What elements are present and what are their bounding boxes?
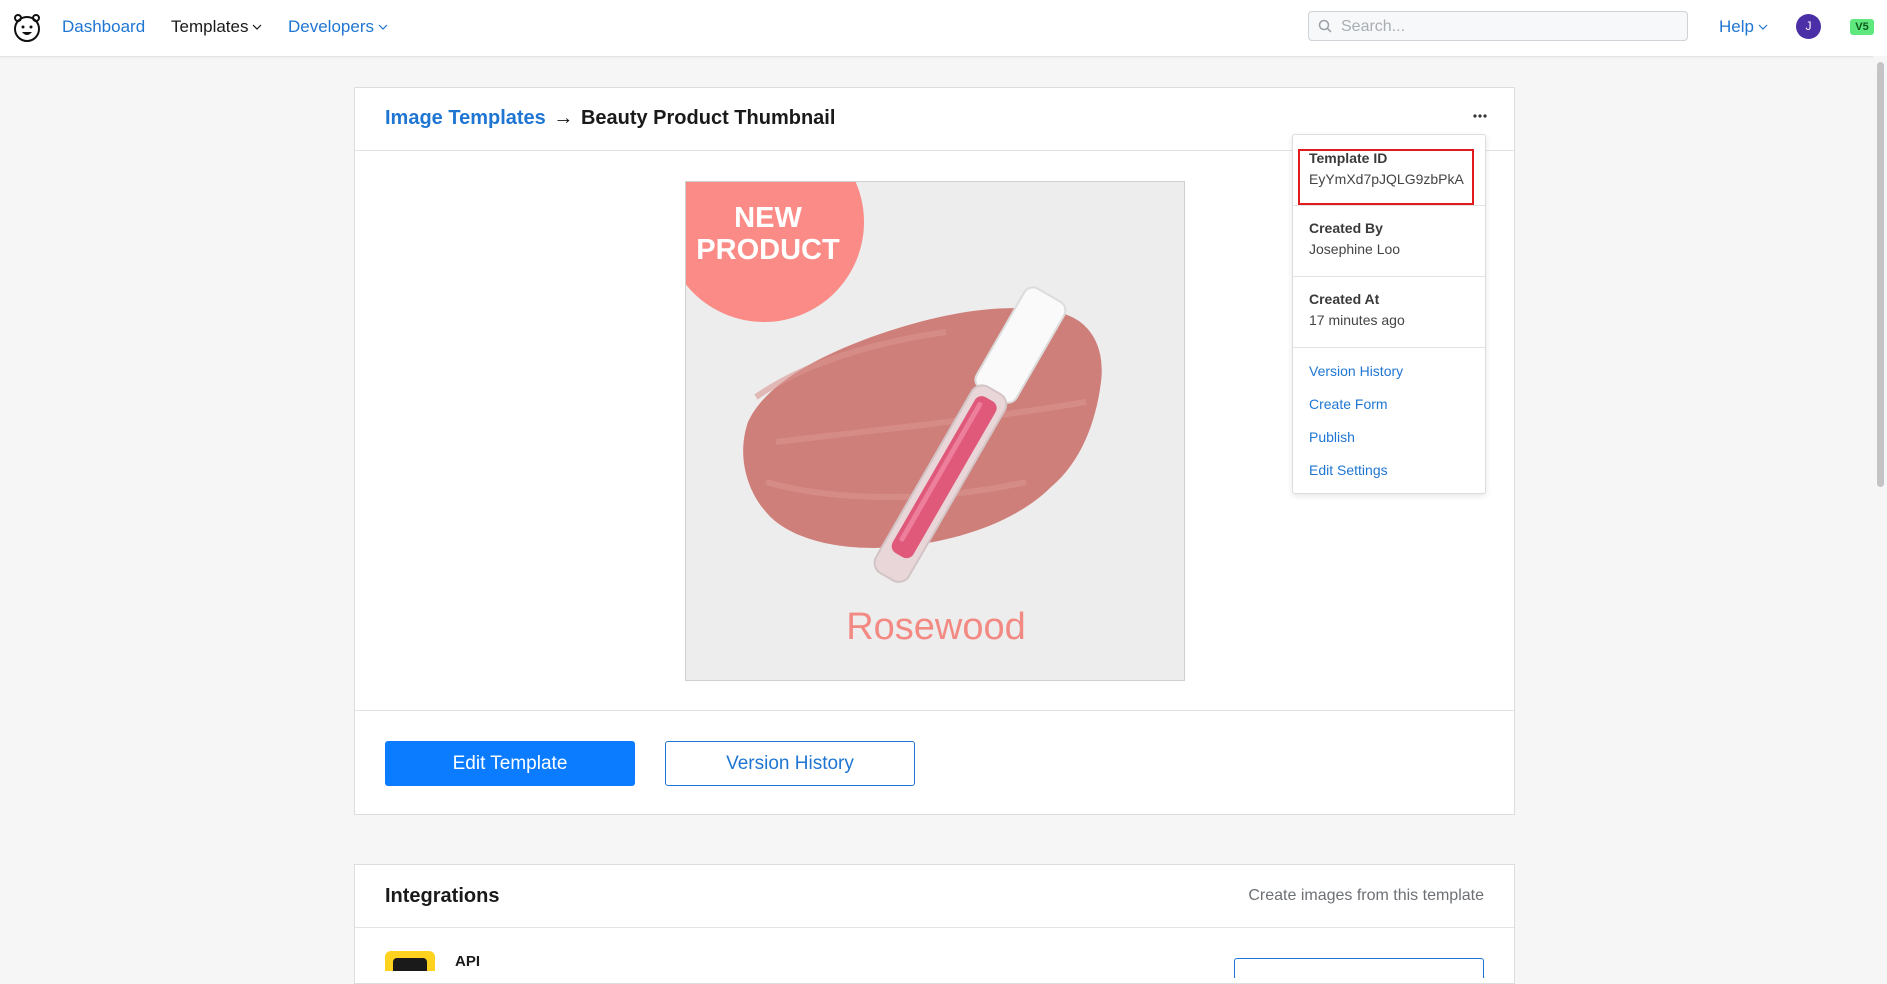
bear-logo-icon[interactable] bbox=[12, 10, 42, 44]
page-title: Beauty Product Thumbnail bbox=[580, 107, 836, 129]
arrow-right-icon: → bbox=[553, 107, 574, 129]
api-action-button[interactable] bbox=[1234, 958, 1484, 978]
chevron-down-icon bbox=[253, 24, 262, 30]
menu-create-form[interactable]: Create Form bbox=[1309, 396, 1388, 412]
top-nav: Dashboard Templates Developers Help J V5 bbox=[0, 0, 1887, 57]
more-options-icon[interactable] bbox=[1473, 114, 1487, 118]
nav-developers-label: Developers bbox=[288, 17, 374, 36]
badge-line2: PRODUCT bbox=[696, 234, 840, 266]
integrations-subtitle: Create images from this template bbox=[1248, 887, 1484, 904]
version-history-button[interactable]: Version History bbox=[665, 741, 915, 786]
product-artwork: NEW PRODUCT Rosewood bbox=[686, 182, 1184, 680]
created-by-value: Josephine Loo bbox=[1309, 241, 1401, 257]
breadcrumb: Image Templates → Beauty Product Thumbna… bbox=[385, 107, 835, 130]
avatar[interactable]: J bbox=[1796, 14, 1821, 39]
search-input[interactable] bbox=[1339, 12, 1683, 42]
api-icon-inner bbox=[393, 958, 427, 971]
template-id-highlight bbox=[1298, 149, 1474, 205]
created-at-value: 17 minutes ago bbox=[1309, 312, 1405, 328]
chevron-down-icon bbox=[378, 24, 388, 30]
integrations-card: Integrations Create images from this tem… bbox=[354, 864, 1515, 984]
divider bbox=[355, 710, 1514, 711]
scrollbar-thumb[interactable] bbox=[1877, 62, 1884, 487]
chevron-down-icon bbox=[1758, 24, 1768, 30]
nav-developers[interactable]: Developers bbox=[288, 17, 388, 37]
created-by-label: Created By bbox=[1309, 220, 1383, 236]
created-at-label: Created At bbox=[1309, 291, 1380, 307]
product-name: Rosewood bbox=[846, 606, 1026, 648]
integrations-header: Integrations Create images from this tem… bbox=[355, 865, 1514, 928]
integrations-title: Integrations bbox=[385, 885, 500, 907]
search-box bbox=[1308, 11, 1688, 42]
nav-help-label: Help bbox=[1719, 17, 1754, 36]
created-at-section: Created At 17 minutes ago bbox=[1293, 276, 1485, 348]
nav-templates[interactable]: Templates bbox=[171, 17, 262, 37]
menu-edit-settings[interactable]: Edit Settings bbox=[1309, 462, 1388, 478]
nav-dashboard-label: Dashboard bbox=[62, 17, 146, 36]
menu-version-history[interactable]: Version History bbox=[1309, 363, 1403, 379]
template-preview-image: NEW PRODUCT Rosewood bbox=[685, 181, 1185, 681]
nav-dashboard[interactable]: Dashboard bbox=[62, 17, 145, 37]
badge-line1: NEW bbox=[734, 202, 802, 234]
nav-help[interactable]: Help bbox=[1719, 17, 1768, 37]
search-icon bbox=[1318, 19, 1332, 33]
breadcrumb-image-templates[interactable]: Image Templates bbox=[385, 107, 546, 129]
nav-templates-label: Templates bbox=[171, 17, 249, 36]
created-by-section: Created By Josephine Loo bbox=[1293, 205, 1485, 277]
edit-template-button[interactable]: Edit Template bbox=[385, 741, 635, 786]
menu-publish[interactable]: Publish bbox=[1309, 429, 1355, 445]
version-badge[interactable]: V5 bbox=[1850, 19, 1874, 35]
